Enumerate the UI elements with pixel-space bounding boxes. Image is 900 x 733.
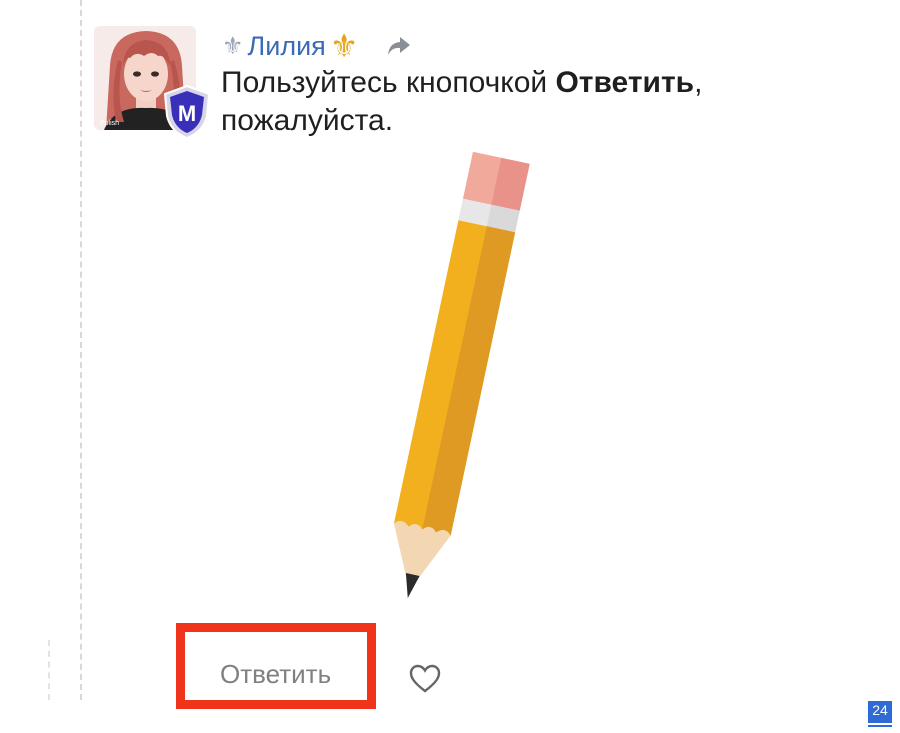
fleur-de-lis-gray-icon: ⚜ xyxy=(222,32,244,60)
thread-line xyxy=(80,0,82,700)
thread-line-secondary xyxy=(48,640,50,700)
moderator-badge-letter: M xyxy=(178,101,196,126)
message-text-start: Пользуйтесь кнопочкой xyxy=(221,66,556,99)
comment-message: Пользуйтесь кнопочкой Ответить, пожалуйс… xyxy=(221,64,821,140)
reply-button[interactable]: Ответить xyxy=(200,652,360,696)
author-name-link[interactable]: ⚜ Лилия ⚜ xyxy=(222,27,358,65)
moderator-shield-icon: M xyxy=(163,84,211,140)
author-name[interactable]: Лилия xyxy=(248,31,326,62)
corner-count-badge: 24 xyxy=(868,701,892,725)
avatar-caption: Polish xyxy=(100,120,119,127)
message-text-bold: Ответить xyxy=(555,66,695,99)
comment-screen: Polish M ⚜ Лилия ⚜ Пользуйтесь кнопочкой… xyxy=(0,0,900,733)
comment-header: ⚜ Лилия ⚜ xyxy=(222,28,412,64)
fleur-de-lis-gold-icon: ⚜ xyxy=(329,28,359,64)
author-avatar-container[interactable]: Polish M xyxy=(94,26,211,140)
share-arrow-icon[interactable] xyxy=(386,35,412,57)
pencil-sticker-image xyxy=(393,151,530,598)
heart-outline-icon[interactable] xyxy=(408,662,442,696)
